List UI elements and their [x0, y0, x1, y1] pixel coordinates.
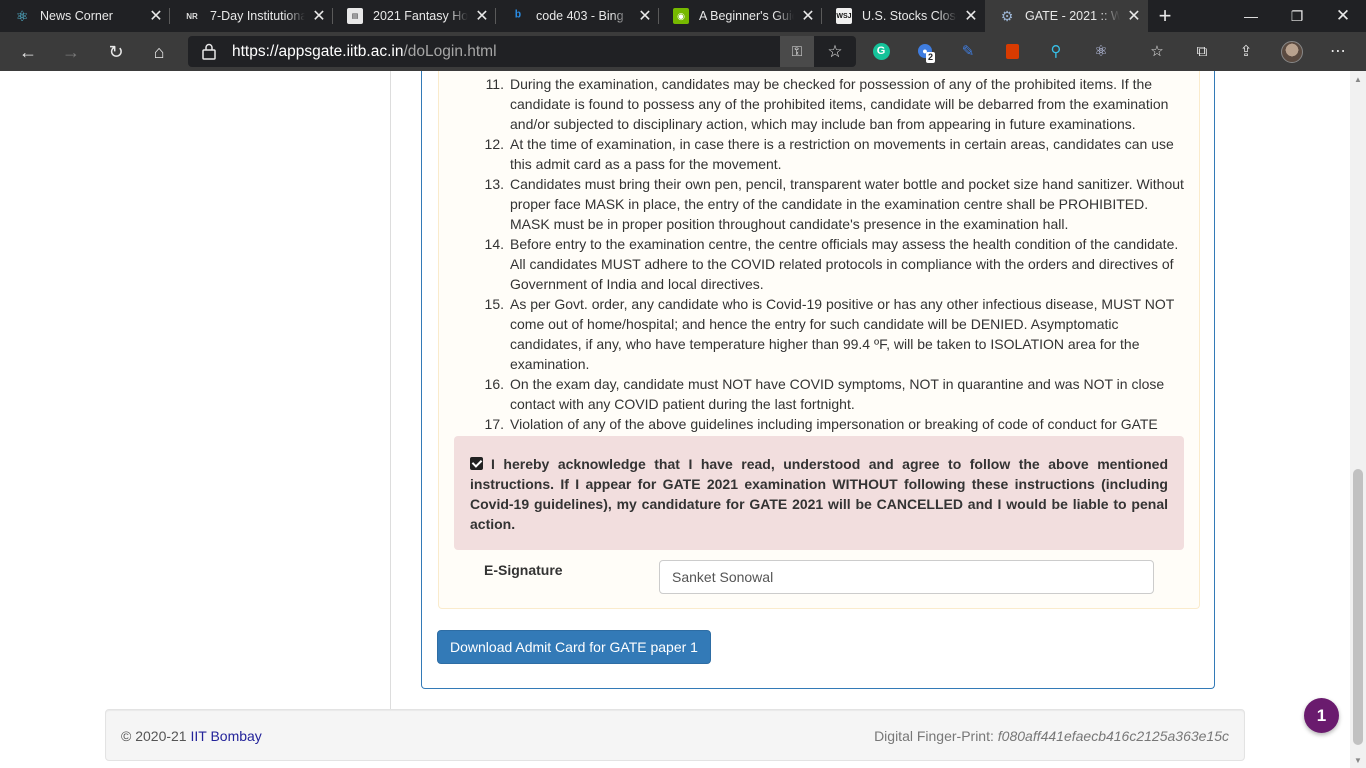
- instructions-panel: 11. During the examination, candidates ma…: [421, 71, 1215, 689]
- copyright-text: © 2020-21: [121, 728, 187, 744]
- restore-button[interactable]: ❐: [1274, 0, 1320, 32]
- browser-toolbar: ← → ↻ ⌂ https://appsgate.iitb.ac.in/doLo…: [0, 32, 1366, 71]
- page-content: 11. During the examination, candidates ma…: [0, 71, 1350, 768]
- wsj-icon: WSJ: [836, 8, 852, 24]
- tab-title: code 403 - Bing: [536, 9, 624, 23]
- close-tab-icon[interactable]: ✕: [957, 6, 985, 26]
- browser-tab[interactable]: ⚛ News Corner ✕: [0, 0, 170, 32]
- pen-icon[interactable]: ✎: [957, 40, 979, 62]
- react-icon: ⚛: [15, 7, 29, 24]
- back-button[interactable]: ←: [12, 36, 44, 68]
- tab-title: A Beginner's Guide: [699, 9, 794, 23]
- fingerprint-label: Digital Finger-Print:: [874, 728, 994, 744]
- browser-tab[interactable]: ◉ A Beginner's Guide ✕: [659, 0, 822, 32]
- list-item: 16. On the exam day, candidate must NOT h…: [484, 376, 1165, 412]
- profile-avatar[interactable]: [1281, 41, 1303, 63]
- lock-icon[interactable]: [202, 43, 216, 60]
- forward-button[interactable]: →: [55, 36, 87, 68]
- browser-tab-active[interactable]: ⚙ GATE - 2021 :: Welcome ✕: [985, 0, 1148, 32]
- nvidia-icon: ◉: [673, 8, 689, 24]
- page-scrollbar[interactable]: ▲ ▼: [1350, 71, 1366, 768]
- gate-icon: ⚙: [1000, 7, 1014, 24]
- e-signature-input[interactable]: [659, 560, 1154, 594]
- extension-badge: 2: [926, 52, 936, 63]
- minimize-button[interactable]: —: [1228, 0, 1274, 32]
- close-tab-icon[interactable]: ✕: [142, 6, 170, 26]
- digital-fingerprint: Digital Finger-Print: f080aff441efaecb41…: [874, 728, 1229, 744]
- acknowledgement-text: I hereby acknowledge that I have read, u…: [470, 456, 1168, 532]
- notification-badge[interactable]: 1: [1304, 698, 1339, 733]
- close-tab-icon[interactable]: ✕: [631, 6, 659, 26]
- tab-title: 2021 Fantasy Hockey: [373, 9, 468, 23]
- acknowledgement-alert: I hereby acknowledge that I have read, u…: [454, 436, 1184, 550]
- list-item: 14. Before entry to the examination centr…: [484, 236, 1179, 292]
- close-tab-icon[interactable]: ✕: [305, 6, 333, 26]
- collections-icon[interactable]: ⧉: [1191, 40, 1213, 62]
- new-tab-button[interactable]: +: [1150, 0, 1180, 32]
- instructions-box: 11. During the examination, candidates ma…: [438, 71, 1200, 609]
- scroll-up-icon[interactable]: ▲: [1350, 71, 1366, 87]
- share-icon[interactable]: ⇪: [1235, 40, 1257, 62]
- fingerprint-value: f080aff441efaecb416c2125a363e15c: [997, 728, 1229, 744]
- scrollbar-thumb[interactable]: [1353, 469, 1363, 745]
- browser-tab[interactable]: WSJ U.S. Stocks Close at ✕: [822, 0, 985, 32]
- office-icon[interactable]: [1001, 40, 1023, 62]
- footer: © 2020-21 IIT Bombay Digital Finger-Prin…: [105, 709, 1245, 761]
- url-text[interactable]: https://appsgate.iitb.ac.in/doLogin.html: [232, 43, 497, 61]
- left-column-divider: [390, 71, 391, 709]
- grammarly-icon[interactable]: G: [870, 40, 892, 62]
- tab-title: 7-Day Institutional: [210, 9, 305, 23]
- address-bar[interactable]: https://appsgate.iitb.ac.in/doLogin.html…: [188, 36, 856, 67]
- favorite-star-icon[interactable]: ☆: [818, 36, 852, 67]
- scroll-down-icon[interactable]: ▼: [1350, 752, 1366, 768]
- tab-title: U.S. Stocks Close at: [862, 9, 957, 23]
- browser-tab[interactable]: NR 7-Day Institutional ✕: [170, 0, 333, 32]
- list-item: 12. At the time of examination, in case t…: [484, 136, 1174, 172]
- home-button[interactable]: ⌂: [143, 36, 175, 68]
- e-signature-label: E-Signature: [484, 562, 563, 578]
- key-icon[interactable]: ⚿: [780, 36, 814, 67]
- iit-bombay-link[interactable]: IIT Bombay: [190, 728, 261, 744]
- tab-title: GATE - 2021 :: Welcome: [1025, 9, 1120, 23]
- browser-tab[interactable]: ▤ 2021 Fantasy Hockey ✕: [333, 0, 496, 32]
- bing-icon: ᵇ: [515, 7, 521, 25]
- acknowledge-checkbox[interactable]: [470, 457, 483, 470]
- refresh-button[interactable]: ↻: [100, 36, 132, 68]
- react-devtools-icon[interactable]: ⚛: [1090, 40, 1112, 62]
- nr-icon: NR: [186, 11, 198, 21]
- list-item: 11. During the examination, candidates ma…: [485, 76, 1169, 132]
- close-tab-icon[interactable]: ✕: [794, 6, 822, 26]
- newspaper-icon: ▤: [347, 8, 363, 24]
- more-menu-icon[interactable]: ⋯: [1327, 40, 1349, 62]
- close-tab-icon[interactable]: ✕: [1120, 6, 1148, 26]
- close-window-button[interactable]: ✕: [1320, 0, 1366, 32]
- tab-title: News Corner: [40, 9, 113, 23]
- instructions-list: 11. During the examination, candidates ma…: [472, 74, 1187, 454]
- list-item: 15. As per Govt. order, any candidate who…: [484, 296, 1175, 372]
- favorites-icon[interactable]: ☆: [1146, 40, 1168, 62]
- browser-tab[interactable]: ᵇ code 403 - Bing ✕: [496, 0, 659, 32]
- browser-tab-bar: ⚛ News Corner ✕ NR 7-Day Institutional ✕…: [0, 0, 1366, 32]
- list-item: 13. Candidates must bring their own pen, …: [484, 176, 1184, 232]
- magnifier-extension-icon[interactable]: ⚲: [1045, 40, 1067, 62]
- copyright: © 2020-21 IIT Bombay: [121, 728, 262, 744]
- download-admit-card-button[interactable]: Download Admit Card for GATE paper 1: [437, 630, 711, 664]
- close-tab-icon[interactable]: ✕: [468, 6, 496, 26]
